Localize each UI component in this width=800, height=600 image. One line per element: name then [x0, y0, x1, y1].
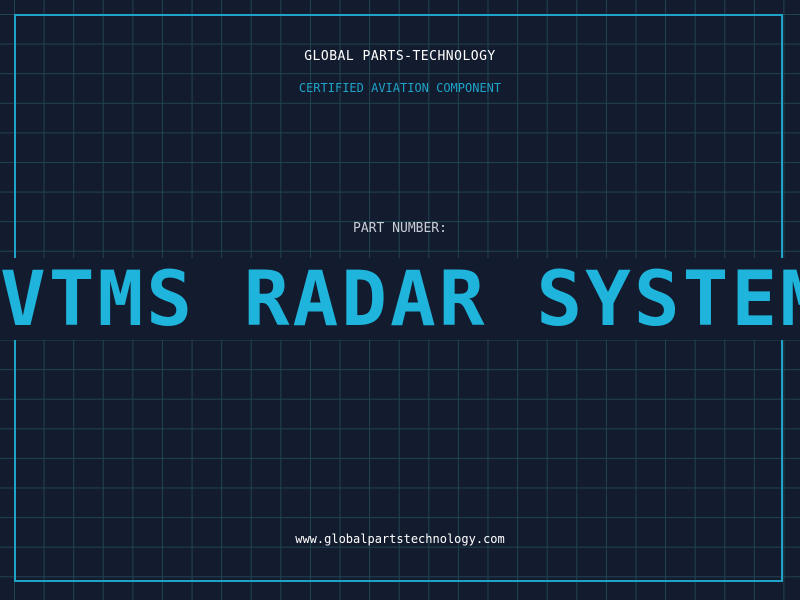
part-number-label: PART NUMBER:	[353, 221, 447, 236]
part-card: GLOBAL PARTS-TECHNOLOGY CERTIFIED AVIATI…	[0, 0, 800, 600]
website-url: www.globalpartstechnology.com	[295, 532, 505, 546]
company-name: GLOBAL PARTS-TECHNOLOGY	[304, 49, 496, 64]
certification-tagline: CERTIFIED AVIATION COMPONENT	[298, 81, 502, 95]
part-name-title: VTMS RADAR SYSTEM	[0, 258, 800, 340]
